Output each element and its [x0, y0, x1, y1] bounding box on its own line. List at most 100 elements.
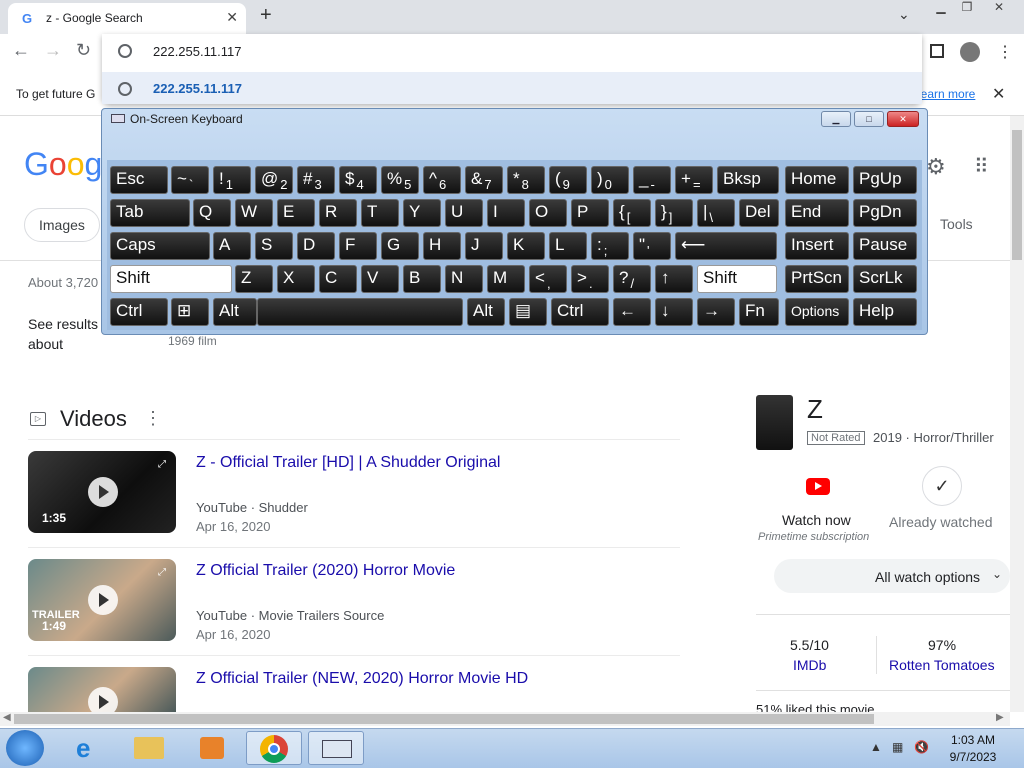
google-apps-icon[interactable]: ⠿: [974, 154, 989, 179]
forward-arrow-icon[interactable]: →: [44, 40, 62, 61]
key-fn[interactable]: Fn: [739, 298, 779, 326]
media-player-icon[interactable]: [184, 731, 240, 765]
key-caps[interactable]: Caps: [110, 232, 210, 260]
browser-menu-icon[interactable]: ⋮: [997, 42, 1013, 62]
key-key-0-8[interactable]: & 7: [465, 166, 503, 194]
film-pill-label[interactable]: 1969 film: [168, 334, 217, 348]
images-filter-chip[interactable]: Images: [24, 208, 100, 242]
key-key-0-7[interactable]: ^ 6: [423, 166, 461, 194]
key-del[interactable]: Del: [739, 199, 779, 227]
video-thumbnail[interactable]: ⤢ TRAILER 1:49: [28, 559, 176, 641]
clock-time[interactable]: 1:03 AM: [945, 733, 1001, 747]
key-key-0-3[interactable]: @2: [255, 166, 293, 194]
video-title-link[interactable]: Z Official Trailer (2020) Horror Movie: [196, 562, 455, 580]
key-alt[interactable]: Alt: [467, 298, 505, 326]
back-arrow-icon[interactable]: ←: [12, 40, 30, 61]
key-ctrl[interactable]: Ctrl: [551, 298, 609, 326]
key-key-1-12[interactable]: }]: [655, 199, 693, 227]
key-key-0-11[interactable]: ) 0: [591, 166, 629, 194]
key-o[interactable]: O: [529, 199, 567, 227]
key-prtscn[interactable]: PrtScn: [785, 265, 849, 293]
tools-button[interactable]: Tools: [940, 216, 973, 232]
scroll-right-icon[interactable]: ▶: [996, 712, 1004, 723]
settings-gear-icon[interactable]: ⚙: [926, 154, 946, 180]
key-insert[interactable]: Insert: [785, 232, 849, 260]
key-z[interactable]: Z: [235, 265, 273, 293]
key-key-1-13[interactable]: | \: [697, 199, 735, 227]
key-end[interactable]: End: [785, 199, 849, 227]
osk-close-button[interactable]: ✕: [887, 111, 919, 127]
chrome-taskbar-icon[interactable]: [246, 731, 302, 765]
key-options[interactable]: Options: [785, 298, 849, 326]
key-home[interactable]: Home: [785, 166, 849, 194]
watch-now-label[interactable]: Watch now: [782, 512, 851, 528]
youtube-icon[interactable]: [806, 478, 830, 495]
key-esc[interactable]: Esc: [110, 166, 168, 194]
key-i[interactable]: I: [487, 199, 525, 227]
key-k[interactable]: K: [507, 232, 545, 260]
key-key-2-11[interactable]: " ': [633, 232, 671, 260]
internet-explorer-icon[interactable]: e: [62, 731, 118, 765]
tab-search-chevron-icon[interactable]: ⌄: [898, 6, 910, 23]
key-key-2-12[interactable]: ⟵: [675, 232, 777, 260]
file-explorer-icon[interactable]: [122, 731, 178, 765]
key-key-3-10[interactable]: ? /: [613, 265, 651, 293]
key-key-0-6[interactable]: % 5: [381, 166, 419, 194]
key-b[interactable]: B: [403, 265, 441, 293]
key-pgdn[interactable]: PgDn: [853, 199, 917, 227]
key-key-1-11[interactable]: {[: [613, 199, 651, 227]
key-pause[interactable]: Pause: [853, 232, 917, 260]
key-shift[interactable]: Shift: [110, 265, 232, 293]
infobar-learn-more-link[interactable]: learn more: [918, 87, 975, 101]
key-w[interactable]: W: [235, 199, 273, 227]
video-title-link[interactable]: Z - Official Trailer [HD] | A Shudder Or…: [196, 454, 500, 472]
horizontal-scroll-thumb[interactable]: [14, 714, 874, 724]
scroll-left-icon[interactable]: ◀: [3, 712, 11, 723]
key-key-0-10[interactable]: (9: [549, 166, 587, 194]
key-key-0-4[interactable]: #3: [297, 166, 335, 194]
vertical-scroll-thumb[interactable]: [1012, 130, 1022, 260]
key-key-3-11[interactable]: ↑: [655, 265, 693, 293]
osk-minimize-button[interactable]: ▁: [821, 111, 851, 127]
key-key-0-2[interactable]: ! 1: [213, 166, 251, 194]
key-y[interactable]: Y: [403, 199, 441, 227]
already-watched-label[interactable]: Already watched: [889, 514, 993, 530]
key-l[interactable]: L: [549, 232, 587, 260]
reload-icon[interactable]: ↻: [76, 40, 91, 61]
key-alt[interactable]: Alt: [213, 298, 257, 326]
volume-muted-icon[interactable]: 🔇: [914, 740, 929, 754]
new-tab-button[interactable]: +: [260, 4, 272, 27]
key-scrlk[interactable]: ScrLk: [853, 265, 917, 293]
key-p[interactable]: P: [571, 199, 609, 227]
key-key-3-9[interactable]: >.: [571, 265, 609, 293]
restore-button[interactable]: ❐: [952, 0, 982, 18]
start-button[interactable]: [6, 730, 44, 766]
key-t[interactable]: T: [361, 199, 399, 227]
key-key-4-1[interactable]: ⊞: [171, 298, 209, 326]
window-close-button[interactable]: ✕: [984, 0, 1014, 18]
key-d[interactable]: D: [297, 232, 335, 260]
imdb-link[interactable]: IMDb: [793, 657, 826, 673]
clock-date[interactable]: 9/7/2023: [945, 750, 1001, 764]
key-a[interactable]: A: [213, 232, 251, 260]
osk-maximize-button[interactable]: □: [854, 111, 884, 127]
key-u[interactable]: U: [445, 199, 483, 227]
key-key-0-13[interactable]: + =: [675, 166, 713, 194]
key-e[interactable]: E: [277, 199, 315, 227]
profile-avatar[interactable]: [960, 42, 980, 62]
osk-taskbar-icon[interactable]: [308, 731, 364, 765]
key-key-4-5[interactable]: ▤: [509, 298, 547, 326]
video-thumbnail[interactable]: [28, 667, 176, 712]
key-g[interactable]: G: [381, 232, 419, 260]
key-key-3-8[interactable]: <,: [529, 265, 567, 293]
key-f[interactable]: F: [339, 232, 377, 260]
key-j[interactable]: J: [465, 232, 503, 260]
key-key-4-9[interactable]: →: [697, 298, 735, 326]
key-n[interactable]: N: [445, 265, 483, 293]
key-key-2-10[interactable]: :;: [591, 232, 629, 260]
checkmark-icon[interactable]: ✓: [922, 466, 962, 506]
video-title-link[interactable]: Z Official Trailer (NEW, 2020) Horror Mo…: [196, 670, 528, 688]
key-c[interactable]: C: [319, 265, 357, 293]
key-key-0-1[interactable]: ~ `: [171, 166, 209, 194]
network-icon[interactable]: ▦: [892, 740, 903, 754]
